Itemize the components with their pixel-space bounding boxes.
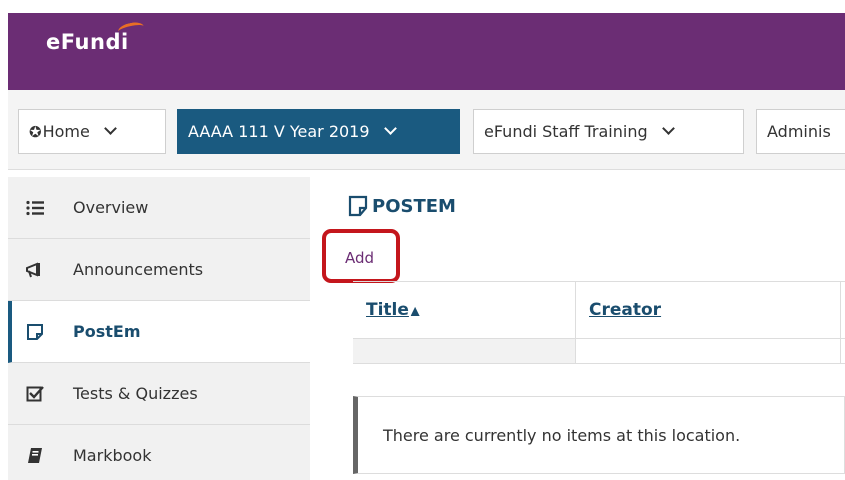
sidebar-item-postem[interactable]: PostEm [8,301,310,363]
sidebar-item-label: Tests & Quizzes [73,384,198,403]
sidebar-item-label: PostEm [73,322,141,341]
efundi-logo[interactable]: eFundi [46,30,129,54]
book-icon [25,447,45,465]
site-tab-administration[interactable]: Adminis [756,109,845,154]
table-cell [576,339,841,363]
site-tab-label: eFundi Staff Training [484,122,648,141]
sidebar-item-markbook[interactable]: Markbook [8,425,310,480]
column-header-label: Creator [589,300,662,320]
sort-ascending-icon: ▲ [410,303,420,317]
home-icon: ✪ [29,122,42,141]
sidebar-item-overview[interactable]: Overview [8,177,310,239]
page-title-text: POSTEM [372,195,456,217]
sidebar-item-label: Overview [73,198,149,217]
table-row [353,339,845,364]
column-header-creator[interactable]: Creator [576,282,841,338]
column-header-title[interactable]: Title ▲ [353,282,576,338]
column-header-label: Title [366,300,409,320]
postem-table: Title ▲ Creator [353,281,845,364]
megaphone-icon [25,262,45,278]
list-icon [25,200,45,216]
site-tab-staff-training[interactable]: eFundi Staff Training [473,109,744,154]
page-title: POSTEM [348,195,456,217]
top-header: eFundi [8,13,845,90]
checkbox-icon [25,385,45,403]
table-header-row: Title ▲ Creator [353,281,845,339]
tool-sidebar: Overview Announcements PostEm Tests & Qu… [8,177,310,480]
empty-state-message: There are currently no items at this loc… [353,396,845,474]
chevron-down-icon [103,122,117,135]
logo-swoosh-icon [117,20,145,38]
site-tab-home[interactable]: ✪ Home [18,109,166,154]
sidebar-item-announcements[interactable]: Announcements [8,239,310,301]
sidebar-item-label: Markbook [73,446,152,465]
site-navigation: ✪ Home AAAA 111 V Year 2019 eFundi Staff… [8,90,845,170]
chevron-down-icon [383,122,397,135]
add-button[interactable]: Add [322,229,400,283]
chevron-down-icon [661,122,675,135]
note-icon [25,323,45,341]
site-tab-label: Adminis [767,122,831,141]
main-content: POSTEM Add Title ▲ Creator There are cur… [310,177,845,480]
site-tab-current-course[interactable]: AAAA 111 V Year 2019 [177,109,460,154]
sidebar-item-label: Announcements [73,260,204,279]
add-button-label: Add [345,249,375,267]
table-cell [353,339,576,363]
note-icon [348,195,368,217]
site-tab-label: Home [42,122,90,141]
sidebar-item-tests-quizzes[interactable]: Tests & Quizzes [8,363,310,425]
site-tab-label: AAAA 111 V Year 2019 [188,122,370,141]
